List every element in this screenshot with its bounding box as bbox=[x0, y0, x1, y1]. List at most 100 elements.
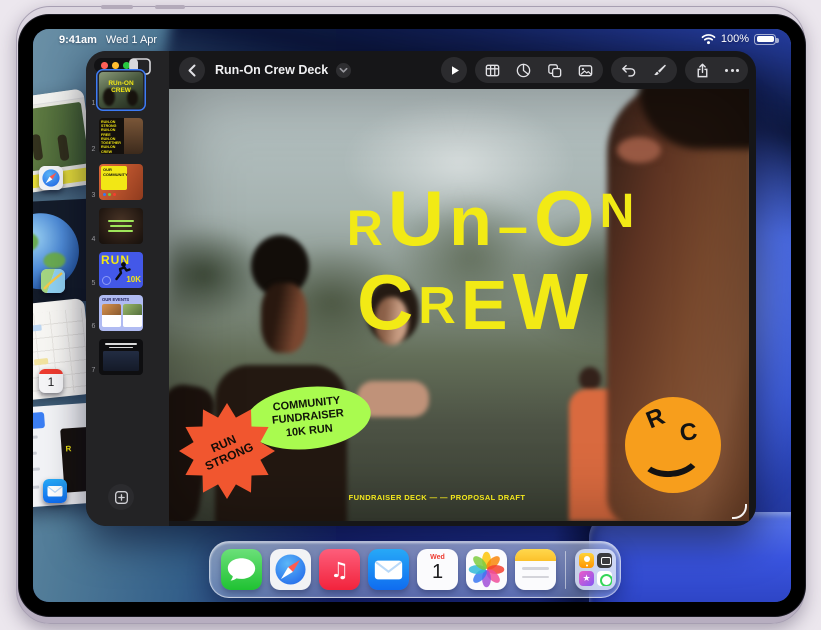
dock-mail[interactable] bbox=[368, 549, 409, 590]
add-slide-button[interactable] bbox=[108, 484, 134, 510]
back-icon bbox=[184, 62, 201, 79]
front-camera bbox=[382, 15, 390, 23]
dock-photos[interactable] bbox=[466, 549, 507, 590]
dock-divider bbox=[565, 551, 566, 589]
dock-messages[interactable] bbox=[221, 549, 262, 590]
dock-notes[interactable] bbox=[515, 549, 556, 590]
dot bbox=[103, 193, 106, 196]
document-title[interactable]: Run-On Crew Deck bbox=[215, 63, 328, 77]
slide-thumbnail-6[interactable]: OUR EVENTS bbox=[99, 295, 143, 331]
messages-icon bbox=[221, 549, 262, 590]
dot bbox=[113, 193, 116, 196]
chevron-down-icon bbox=[339, 67, 348, 74]
thumb-text: OUR EVENTS bbox=[102, 297, 129, 302]
dock-music[interactable]: ♫ bbox=[319, 549, 360, 590]
slide-number: 1 bbox=[89, 100, 98, 107]
insert-tools-group bbox=[475, 57, 603, 83]
slide-number: 6 bbox=[89, 323, 98, 330]
slide-thumbnail-3[interactable]: OUR COMMUNITY bbox=[99, 164, 143, 200]
minimize-button[interactable] bbox=[112, 62, 119, 69]
ring-mini-icon bbox=[597, 571, 612, 586]
safari-card-photo: RUn-ON CREW bbox=[33, 102, 89, 176]
thumb-photo bbox=[103, 351, 139, 371]
slide-thumbnail-4[interactable] bbox=[99, 208, 143, 244]
slide-number: 5 bbox=[89, 280, 98, 287]
ipad-screen: 9:41am Wed 1 Apr 100% RUn-ON CREW bbox=[33, 29, 791, 602]
calendar-day: 1 bbox=[417, 562, 458, 582]
keynote-toolbar: Run-On Crew Deck bbox=[169, 51, 756, 89]
slide-title-textbox[interactable]: RUn–ON CREW bbox=[169, 183, 749, 339]
runner-figure bbox=[57, 134, 70, 161]
battery-percent: 100% bbox=[721, 33, 749, 45]
event-card bbox=[102, 304, 121, 327]
photos-icon bbox=[466, 549, 507, 590]
play-button[interactable] bbox=[441, 57, 467, 83]
oval-badge-text: COMMUNITY FUNDRAISER 10K RUN bbox=[270, 395, 346, 442]
slide-canvas[interactable]: RUn–ON CREW COMMUNITY FUNDRAISER 10K RUN… bbox=[169, 89, 749, 521]
notes-icon bbox=[515, 549, 556, 561]
rc-smiley-badge[interactable]: R C bbox=[625, 397, 721, 493]
calendar-weekday: Wed bbox=[417, 554, 458, 561]
mail-row-line bbox=[33, 452, 37, 457]
thumb-title: RUn-ON CREW bbox=[99, 80, 143, 94]
table-icon[interactable] bbox=[484, 62, 501, 79]
status-date: Wed 1 Apr bbox=[106, 34, 157, 46]
safari-icon bbox=[270, 549, 311, 590]
status-time-date: 9:41am Wed 1 Apr bbox=[59, 34, 157, 46]
back-button[interactable] bbox=[179, 57, 205, 83]
shapes-icon[interactable] bbox=[546, 62, 563, 79]
pie-chart-icon[interactable] bbox=[515, 62, 532, 79]
share-more-group bbox=[685, 57, 748, 83]
dark-app-mini-icon bbox=[597, 553, 612, 568]
star-mini-icon: ★ bbox=[579, 571, 594, 586]
keynote-window: 1 RUn-ON CREW 2 RUN-ON STRONG RUN-ON FRE… bbox=[86, 51, 756, 526]
slide-row: 4 bbox=[86, 208, 169, 244]
slide-thumbnail-1[interactable]: RUn-ON CREW bbox=[99, 72, 143, 108]
thumb-text: OUR COMMUNITY bbox=[103, 168, 128, 178]
mail-icon[interactable] bbox=[43, 479, 67, 503]
close-button[interactable] bbox=[101, 62, 108, 69]
maps-icon[interactable] bbox=[41, 269, 65, 293]
dock-calendar[interactable]: Wed 1 bbox=[417, 549, 458, 590]
mail-preview-letter: R bbox=[65, 444, 71, 453]
undo-icon[interactable] bbox=[620, 62, 637, 79]
slide-number: 2 bbox=[89, 146, 98, 153]
status-bar: 9:41am Wed 1 Apr 100% bbox=[33, 29, 791, 51]
slide-number: 7 bbox=[89, 367, 98, 374]
calendar-day: 1 bbox=[39, 374, 63, 391]
slide-row: 2 RUN-ON STRONG RUN-ON FREE RUN-ON TOGET… bbox=[86, 118, 169, 154]
dock-app-group[interactable]: ★ bbox=[575, 549, 616, 590]
ipad-device: 9:41am Wed 1 Apr 100% RUn-ON CREW bbox=[16, 6, 805, 624]
slide-thumbnail-7[interactable] bbox=[99, 339, 143, 375]
top-button[interactable] bbox=[101, 5, 133, 9]
play-icon bbox=[446, 62, 463, 79]
slide-row: 5 RUN 10K bbox=[86, 252, 169, 288]
wifi-icon bbox=[701, 33, 716, 45]
music-icon: ♫ bbox=[330, 558, 349, 582]
mail-icon bbox=[368, 549, 409, 590]
calendar-icon[interactable]: 1 bbox=[39, 369, 63, 393]
dock-safari[interactable] bbox=[270, 549, 311, 590]
mic-dot bbox=[441, 18, 444, 21]
more-icon[interactable] bbox=[725, 69, 739, 72]
status-system-cluster[interactable]: 100% bbox=[701, 33, 776, 45]
edit-tools-group bbox=[611, 57, 677, 83]
slide-row: 1 RUn-ON CREW bbox=[86, 72, 169, 108]
media-icon[interactable] bbox=[577, 62, 594, 79]
safari-icon[interactable] bbox=[39, 166, 63, 190]
mail-selected-row bbox=[33, 412, 45, 432]
title-menu-button[interactable] bbox=[336, 63, 351, 78]
slide-thumbnail-2[interactable]: RUN-ON STRONG RUN-ON FREE RUN-ON TOGETHE… bbox=[99, 118, 143, 154]
volume-button[interactable] bbox=[155, 5, 185, 9]
slide-number: 3 bbox=[89, 192, 98, 199]
plus-icon bbox=[114, 490, 129, 505]
slide-footer-textbox[interactable]: FUNDRAISER DECK — — PROPOSAL DRAFT bbox=[169, 493, 727, 502]
slide-row: 3 OUR COMMUNITY bbox=[86, 164, 169, 200]
share-icon[interactable] bbox=[694, 62, 711, 79]
lightbulb-mini-icon bbox=[579, 553, 594, 568]
format-brush-icon[interactable] bbox=[651, 62, 668, 79]
slide-thumbnail-5[interactable]: RUN 10K bbox=[99, 252, 143, 288]
event-card bbox=[123, 304, 142, 327]
mail-row-line bbox=[33, 435, 38, 440]
thumb-panel: OUR COMMUNITY bbox=[101, 166, 127, 190]
